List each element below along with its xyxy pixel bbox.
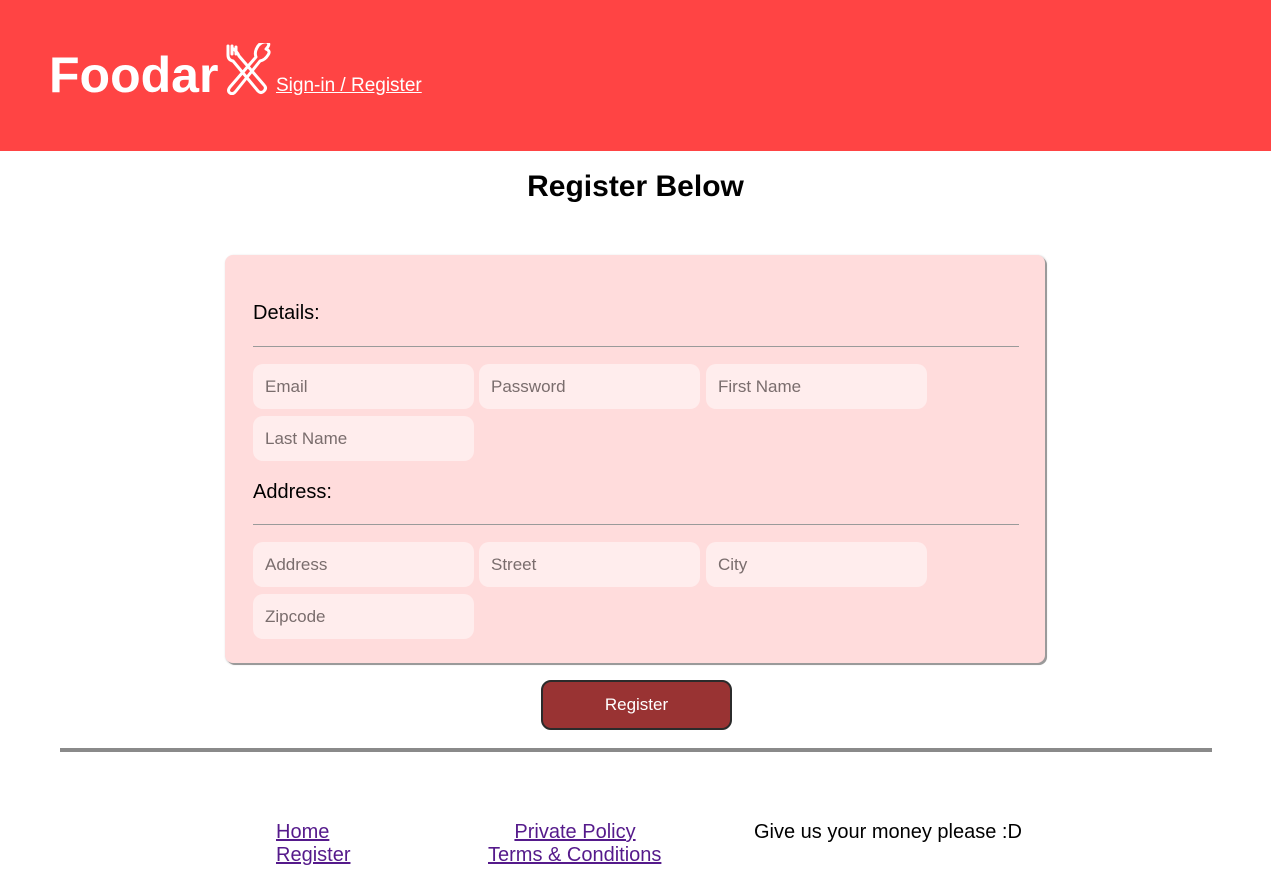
page-title: Register Below <box>527 170 744 203</box>
registration-form: Details: Address: <box>225 255 1045 663</box>
address-field[interactable] <box>253 542 474 587</box>
street-field[interactable] <box>479 542 700 587</box>
email-field[interactable] <box>253 364 474 409</box>
last-name-field[interactable] <box>253 416 474 461</box>
footer-link-private-policy[interactable]: Private Policy <box>488 821 662 844</box>
address-divider <box>253 524 1019 525</box>
first-name-field[interactable] <box>706 364 927 409</box>
brand-logo-text[interactable]: Foodar <box>49 46 218 104</box>
footer-message: Give us your money please :D <box>754 821 1022 843</box>
fork-and-spoon-icon <box>226 43 271 95</box>
site-header: Foodar Sign-in / Register <box>0 0 1271 151</box>
footer-divider <box>60 748 1212 752</box>
zipcode-field[interactable] <box>253 594 474 639</box>
footer-link-register[interactable]: Register <box>276 844 350 867</box>
footer-link-home[interactable]: Home <box>276 821 329 844</box>
city-field[interactable] <box>706 542 927 587</box>
sign-in-register-link[interactable]: Sign-in / Register <box>276 75 422 97</box>
address-section-label: Address: <box>253 481 332 503</box>
register-button[interactable]: Register <box>541 680 732 730</box>
password-field[interactable] <box>479 364 700 409</box>
details-section-label: Details: <box>253 302 320 324</box>
details-divider <box>253 346 1019 347</box>
footer-link-terms-conditions[interactable]: Terms & Conditions <box>488 844 661 867</box>
